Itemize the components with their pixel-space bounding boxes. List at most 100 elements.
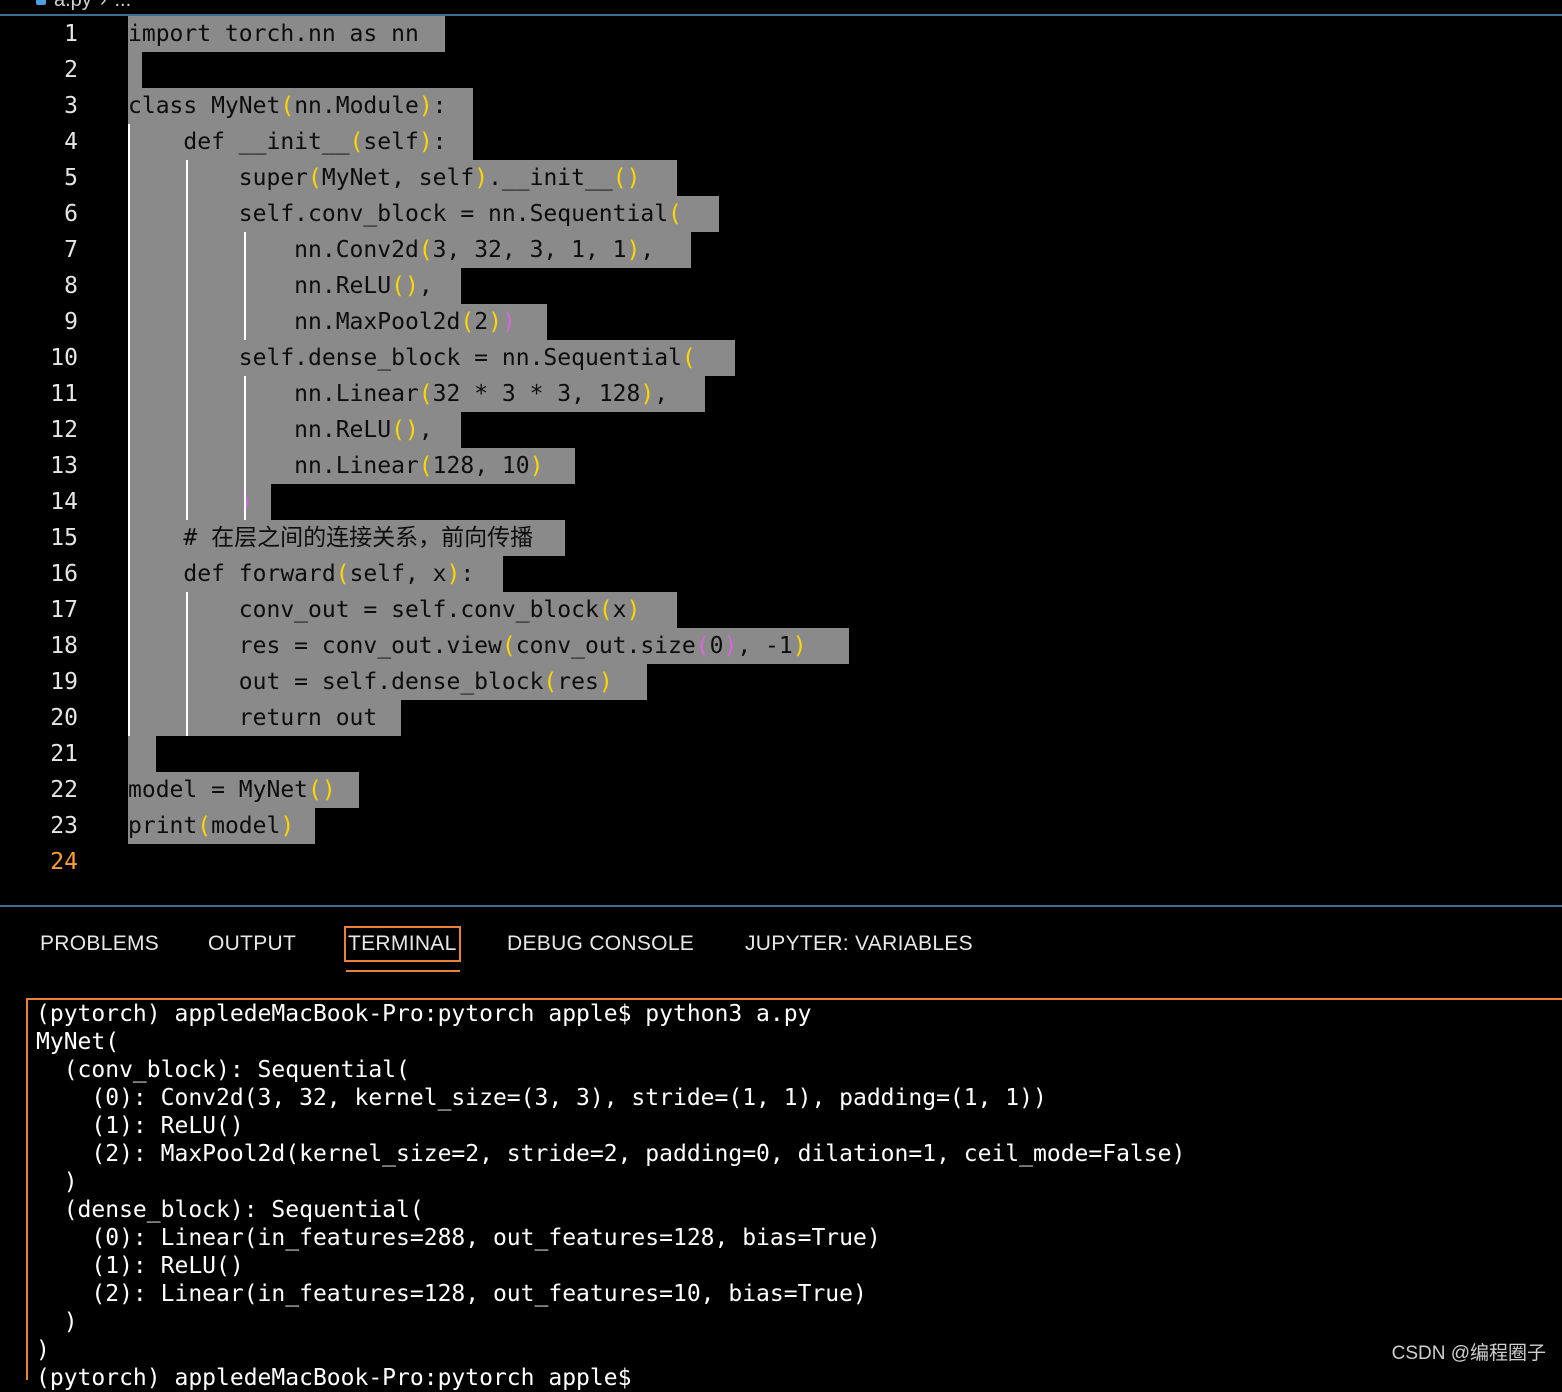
code-text: nn.Linear(128, 10) bbox=[128, 453, 544, 479]
line-number: 17 bbox=[50, 597, 78, 623]
tab-problems[interactable]: PROBLEMS bbox=[40, 928, 159, 960]
terminal-line: (conv_block): Sequential( bbox=[36, 1057, 410, 1083]
code-text: self.conv_block = nn.Sequential( bbox=[128, 201, 682, 227]
code-line[interactable]: 4 def __init__(self): bbox=[0, 124, 1562, 160]
code-line[interactable]: 1 import torch.nn as nn bbox=[0, 16, 1562, 52]
terminal-line: ) bbox=[36, 1337, 50, 1363]
code-line[interactable]: 12 nn.ReLU(), bbox=[0, 412, 1562, 448]
terminal-line: (dense_block): Sequential( bbox=[36, 1197, 424, 1223]
code-editor[interactable]: 1 import torch.nn as nn 2 3 class MyNet(nn.M… bbox=[0, 16, 1562, 906]
code-line[interactable]: 6 self.conv_block = nn.Sequential( bbox=[0, 196, 1562, 232]
tab-jupyter-variables[interactable]: JUPYTER: VARIABLES bbox=[745, 928, 973, 960]
code-line[interactable]: 22 model = MyNet() bbox=[0, 772, 1562, 808]
tab-output[interactable]: OUTPUT bbox=[208, 928, 296, 960]
breadcrumb-more[interactable]: ... bbox=[114, 0, 131, 12]
code-text: import torch.nn as nn bbox=[128, 21, 419, 47]
panel-top-border bbox=[0, 905, 1562, 907]
line-number: 2 bbox=[64, 57, 78, 83]
panel-tabs: PROBLEMS OUTPUT TERMINAL DEBUG CONSOLE J… bbox=[0, 912, 1562, 982]
code-text: out = self.dense_block(res) bbox=[128, 669, 613, 695]
tab-terminal[interactable]: TERMINAL bbox=[344, 926, 461, 962]
terminal-line: (2): Linear(in_features=128, out_feature… bbox=[36, 1281, 867, 1307]
indent-guide bbox=[128, 124, 130, 736]
line-number: 13 bbox=[50, 453, 78, 479]
code-text: print(model) bbox=[128, 813, 295, 839]
code-text: # 在层之间的连接关系，前向传播 bbox=[128, 525, 534, 551]
line-number: 15 bbox=[50, 525, 78, 551]
code-line[interactable]: 24 bbox=[0, 844, 1562, 880]
line-number: 19 bbox=[50, 669, 78, 695]
code-text: conv_out = self.conv_block(x) bbox=[128, 597, 641, 623]
breadcrumb-file[interactable]: a.py bbox=[54, 0, 92, 12]
code-line[interactable]: 19 out = self.dense_block(res) bbox=[0, 664, 1562, 700]
code-line[interactable]: 21 bbox=[0, 736, 1562, 772]
code-text: nn.Linear(32 * 3 * 3, 128), bbox=[128, 381, 669, 407]
line-number: 6 bbox=[64, 201, 78, 227]
line-number: 1 bbox=[64, 21, 78, 47]
code-line[interactable]: 5 super(MyNet, self).__init__() bbox=[0, 160, 1562, 196]
terminal-line: ) bbox=[36, 1169, 78, 1195]
line-number: 8 bbox=[64, 273, 78, 299]
code-text: return out bbox=[128, 705, 378, 731]
python-file-icon bbox=[36, 0, 46, 5]
code-line[interactable]: 10 self.dense_block = nn.Sequential( bbox=[0, 340, 1562, 376]
line-number: 12 bbox=[50, 417, 78, 443]
indent-guide bbox=[185, 160, 188, 520]
terminal-line: (1): ReLU() bbox=[36, 1253, 244, 1279]
line-number: 7 bbox=[64, 237, 78, 263]
code-text: res = conv_out.view(conv_out.size(0), -1… bbox=[128, 633, 807, 659]
indent-guide bbox=[243, 376, 246, 520]
selection-highlight bbox=[128, 736, 156, 772]
terminal-line: (pytorch) appledeMacBook-Pro:pytorch app… bbox=[36, 1365, 632, 1391]
code-line[interactable]: 18 res = conv_out.view(conv_out.size(0),… bbox=[0, 628, 1562, 664]
code-line[interactable]: 20 return out bbox=[0, 700, 1562, 736]
line-number: 24 bbox=[50, 849, 78, 875]
code-line[interactable]: 2 bbox=[0, 52, 1562, 88]
code-text: nn.ReLU(), bbox=[128, 273, 433, 299]
code-line[interactable]: 15 # 在层之间的连接关系，前向传播 bbox=[0, 520, 1562, 556]
terminal-line: (0): Linear(in_features=288, out_feature… bbox=[36, 1225, 881, 1251]
line-number: 11 bbox=[50, 381, 78, 407]
code-text: nn.Conv2d(3, 32, 3, 1, 1), bbox=[128, 237, 655, 263]
line-number: 3 bbox=[64, 93, 78, 119]
code-text: nn.ReLU(), bbox=[128, 417, 433, 443]
breadcrumb[interactable]: a.py › ... bbox=[36, 0, 131, 12]
code-text: ) bbox=[238, 489, 253, 515]
terminal-line: MyNet( bbox=[36, 1029, 120, 1055]
terminal-line: (pytorch) appledeMacBook-Pro:pytorch app… bbox=[36, 1001, 812, 1027]
code-text: class MyNet(nn.Module): bbox=[128, 93, 447, 119]
code-line[interactable]: 23 print(model) bbox=[0, 808, 1562, 844]
code-text: model = MyNet() bbox=[128, 777, 336, 803]
line-number: 20 bbox=[50, 705, 78, 731]
terminal-line: ) bbox=[36, 1309, 78, 1335]
terminal-line: (0): Conv2d(3, 32, kernel_size=(3, 3), s… bbox=[36, 1085, 1047, 1111]
line-number: 21 bbox=[50, 741, 78, 767]
line-number: 22 bbox=[50, 777, 78, 803]
code-line[interactable]: 11 nn.Linear(32 * 3 * 3, 128), bbox=[0, 376, 1562, 412]
code-line[interactable]: 17 conv_out = self.conv_block(x) bbox=[0, 592, 1562, 628]
line-number: 9 bbox=[64, 309, 78, 335]
line-number: 5 bbox=[64, 165, 78, 191]
line-number: 23 bbox=[50, 813, 78, 839]
watermark: CSDN @编程圈子 bbox=[1391, 1343, 1546, 1364]
code-line[interactable]: 3 class MyNet(nn.Module): bbox=[0, 88, 1562, 124]
code-text: def forward(self, x): bbox=[128, 561, 475, 587]
code-line[interactable]: 7 nn.Conv2d(3, 32, 3, 1, 1), bbox=[0, 232, 1562, 268]
code-text: super(MyNet, self).__init__() bbox=[128, 165, 641, 191]
terminal-line: (1): ReLU() bbox=[36, 1113, 244, 1139]
selection-highlight bbox=[128, 52, 142, 88]
code-text: self.dense_block = nn.Sequential( bbox=[128, 345, 696, 371]
line-number: 16 bbox=[50, 561, 78, 587]
code-line[interactable]: 9 nn.MaxPool2d(2)) bbox=[0, 304, 1562, 340]
code-line[interactable]: 8 nn.ReLU(), bbox=[0, 268, 1562, 304]
active-tab-indicator bbox=[346, 970, 460, 972]
line-number: 18 bbox=[50, 633, 78, 659]
code-text: def __init__(self): bbox=[128, 129, 447, 155]
code-line[interactable]: 16 def forward(self, x): bbox=[0, 556, 1562, 592]
code-line[interactable]: 13 nn.Linear(128, 10) bbox=[0, 448, 1562, 484]
terminal-output[interactable]: (pytorch) appledeMacBook-Pro:pytorch app… bbox=[26, 998, 1562, 1391]
code-line[interactable]: 14 ) bbox=[0, 484, 1562, 520]
line-number: 14 bbox=[50, 489, 78, 515]
line-number: 10 bbox=[50, 345, 78, 371]
tab-debug-console[interactable]: DEBUG CONSOLE bbox=[507, 928, 694, 960]
